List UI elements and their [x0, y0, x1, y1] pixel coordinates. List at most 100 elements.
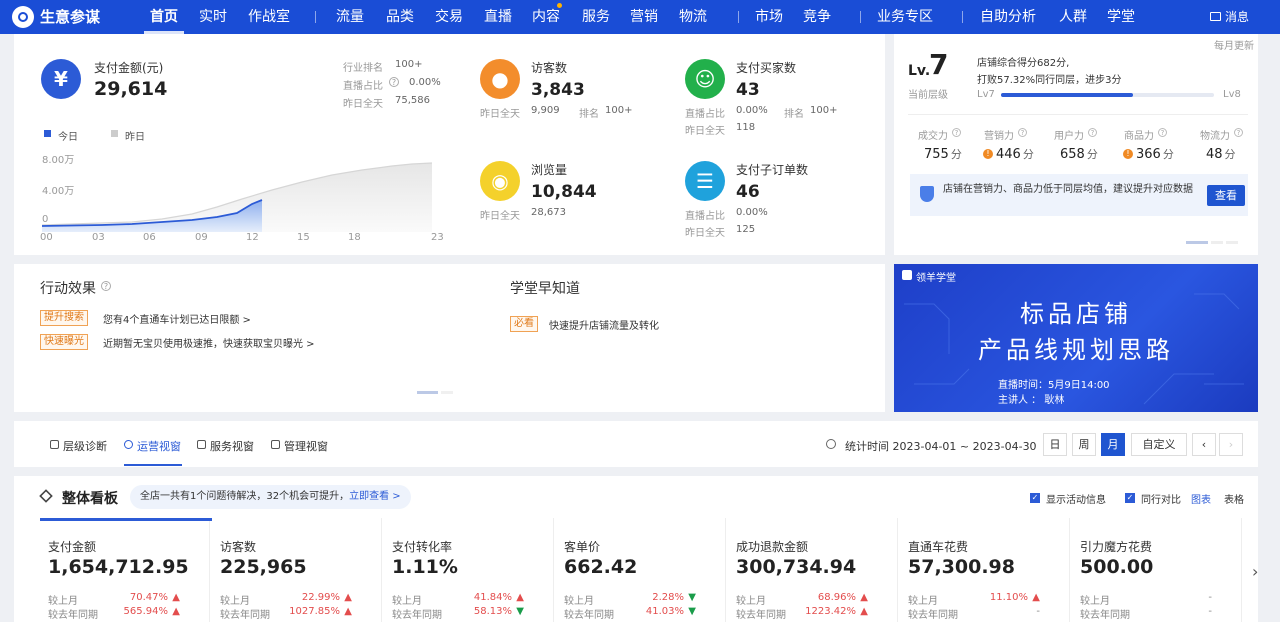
- view-tab[interactable]: 服务视窗: [210, 438, 254, 454]
- kpi-card[interactable]: 支付转化率 1.11% 较上月 41.84% ▲ 较去年同期 58.13% ▼: [384, 518, 554, 622]
- next-period-button[interactable]: ›: [1219, 433, 1243, 456]
- pager-dot[interactable]: [1226, 241, 1238, 244]
- arrow-up-icon: ▲: [860, 606, 868, 617]
- suborders-yday-value: 125: [736, 224, 756, 235]
- pay-amount-label: 支付金额(元): [94, 61, 164, 75]
- kpi-value: 300,734.94: [736, 556, 857, 578]
- help-icon[interactable]: ?: [1018, 128, 1027, 137]
- compass-logo-icon[interactable]: [12, 6, 34, 28]
- nav-item[interactable]: 实时: [199, 0, 227, 34]
- school-link[interactable]: 快速提升店铺流量及转化: [549, 317, 659, 332]
- view-tab[interactable]: 管理视窗: [284, 438, 328, 454]
- nav-item[interactable]: 市场: [755, 0, 783, 34]
- arrow-up-icon: ▲: [172, 592, 180, 603]
- show-activity-checkbox[interactable]: ✓: [1030, 493, 1040, 503]
- shop-level-card: 每月更新 Lv. 7 当前层级 店铺综合得分682分, 打败57.32%同行同层…: [894, 34, 1258, 255]
- score-unit: 分: [1022, 148, 1034, 161]
- nav-item[interactable]: 服务: [582, 0, 610, 34]
- period-button[interactable]: 月: [1101, 433, 1125, 456]
- app-title[interactable]: 生意参谋: [40, 0, 100, 34]
- arrow-up-icon: ▲: [344, 592, 352, 603]
- yesterday-label: 昨日全天: [343, 99, 383, 110]
- table-view-link[interactable]: 表格: [1224, 491, 1244, 506]
- nav-item[interactable]: 交易: [435, 0, 463, 34]
- tip-box: 店铺在营销力、商品力低于同层均值，建议提升对应数据 查看: [910, 174, 1248, 216]
- action-link[interactable]: 您有4个直通车计划已达日限额 >: [103, 311, 251, 326]
- period-button[interactable]: 自定义: [1131, 433, 1187, 456]
- nav-item[interactable]: 物流: [679, 0, 707, 34]
- kpi-card[interactable]: 引力魔方花费 500.00 较上月 - 较去年同期 -: [1072, 518, 1242, 622]
- level-from: Lv7: [977, 89, 995, 100]
- refresh-icon: [124, 440, 133, 449]
- level-progress-fill: [1001, 93, 1134, 97]
- board-notice[interactable]: 全店一共有1个问题待解决，32个机会可提升，立即查看 >: [130, 485, 411, 509]
- x-tick: 09: [195, 232, 208, 243]
- kpi-compare-row: 较去年同期 1027.85% ▲: [220, 606, 370, 621]
- pager-dot[interactable]: [441, 391, 453, 394]
- message-icon[interactable]: [1210, 12, 1221, 21]
- compare-label: 较去年同期: [220, 610, 270, 621]
- yen-icon: ¥: [41, 59, 81, 99]
- kpi-label: 客单价: [564, 540, 601, 554]
- message-link[interactable]: 消息: [1225, 0, 1249, 34]
- kpi-card[interactable]: 直通车花费 57,300.98 较上月 11.10% ▲ 较去年同期 -: [900, 518, 1070, 622]
- nav-item[interactable]: 作战室: [248, 0, 290, 34]
- period-button[interactable]: 日: [1043, 433, 1067, 456]
- nav-item[interactable]: 人群: [1059, 0, 1087, 34]
- period-button[interactable]: 周: [1072, 433, 1096, 456]
- compare-value: 1027.85%: [289, 606, 340, 617]
- pager-dot[interactable]: [1211, 241, 1223, 244]
- score-number: 658: [1060, 147, 1085, 162]
- school-title: 学堂早知道: [510, 281, 580, 297]
- peer-compare-checkbox[interactable]: ✓: [1125, 493, 1135, 503]
- pager-dot-active[interactable]: [1186, 241, 1208, 244]
- kpi-label: 支付金额: [48, 540, 97, 554]
- help-icon[interactable]: ?: [101, 281, 111, 291]
- compare-value: 22.99%: [301, 592, 340, 603]
- view-tab[interactable]: 层级诊断: [63, 438, 107, 454]
- arrow-down-icon: ▼: [516, 606, 524, 617]
- kpi-active-bar: [40, 518, 212, 521]
- nav-item[interactable]: 学堂: [1107, 0, 1135, 34]
- kpi-card[interactable]: 访客数 225,965 较上月 22.99% ▲ 较去年同期 1027.85% ▲: [212, 518, 382, 622]
- compare-value: -: [1208, 606, 1212, 617]
- notice-link[interactable]: 立即查看 >: [349, 491, 401, 502]
- help-icon[interactable]: ?: [1234, 128, 1243, 137]
- x-tick: 00: [40, 232, 53, 243]
- kpi-value: 1.11%: [392, 556, 458, 578]
- kpi-card[interactable]: 支付金额 1,654,712.95 较上月 70.47% ▲ 较去年同期 565.94% ▲: [40, 518, 212, 622]
- nav-item[interactable]: 竞争: [803, 0, 831, 34]
- course-banner[interactable]: 领羊学堂 标品店铺 产品线规划思路 直播时间：5月9日14:00 主讲人 ： 耿…: [894, 264, 1258, 412]
- arrow-up-icon: ▲: [344, 606, 352, 617]
- visitors-yday-value: 9,909: [531, 105, 560, 116]
- pager-dot-active[interactable]: [417, 391, 438, 394]
- nav-item[interactable]: 流量: [336, 0, 364, 34]
- peer-compare-label: 同行对比: [1141, 495, 1181, 506]
- chart-view-link[interactable]: 图表: [1191, 491, 1211, 506]
- kpi-compare-row: 较去年同期 58.13% ▼: [392, 606, 542, 621]
- kpi-value: 500.00: [1080, 556, 1154, 578]
- help-icon[interactable]: ?: [1158, 128, 1167, 137]
- kpi-card[interactable]: 客单价 662.42 较上月 2.28% ▼ 较去年同期 41.03% ▼: [556, 518, 726, 622]
- kpi-card[interactable]: 成功退款金额 300,734.94 较上月 68.96% ▲ 较去年同期 1223.42% ▲: [728, 518, 898, 622]
- banner-logo-icon: [902, 270, 912, 280]
- buyers-rank-value: 100+: [810, 105, 838, 116]
- next-kpis-arrow[interactable]: ›: [1252, 562, 1258, 581]
- nav-item[interactable]: 品类: [386, 0, 414, 34]
- score-number: 366: [1136, 147, 1161, 162]
- help-icon[interactable]: ?: [389, 77, 399, 87]
- nav-item[interactable]: 首页: [144, 0, 184, 34]
- nav-item[interactable]: 内容: [532, 0, 560, 34]
- view-tab[interactable]: 运营视窗: [137, 438, 181, 454]
- tip-view-button[interactable]: 查看: [1207, 185, 1245, 206]
- nav-item[interactable]: 业务专区: [877, 0, 933, 34]
- nav-item[interactable]: 自助分析: [980, 0, 1036, 34]
- nav-item[interactable]: 营销: [630, 0, 658, 34]
- action-title: 行动效果: [40, 281, 96, 297]
- prev-period-button[interactable]: ‹: [1192, 433, 1216, 456]
- kpi-compare-row: 较去年同期 -: [908, 606, 1058, 621]
- action-link[interactable]: 近期暂无宝贝使用极速推，快速获取宝贝曝光 >: [103, 335, 315, 350]
- nav-item[interactable]: 直播: [484, 0, 512, 34]
- help-icon[interactable]: ?: [952, 128, 961, 137]
- help-icon[interactable]: ?: [1088, 128, 1097, 137]
